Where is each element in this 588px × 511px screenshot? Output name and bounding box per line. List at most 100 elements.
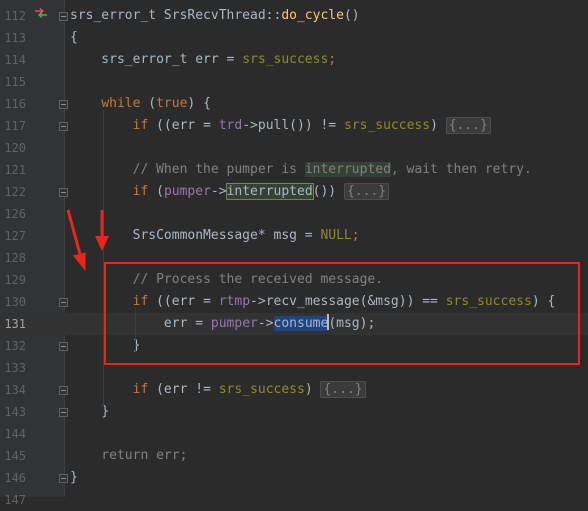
line-number: 147 <box>4 493 26 507</box>
fold-marker-icon[interactable] <box>59 386 68 395</box>
code-token: srs_success <box>218 382 305 397</box>
code-line[interactable]: 112 srs_error_t SrsRecvThread::do_cycle() <box>0 5 588 27</box>
code-token: { <box>70 30 78 45</box>
line-number: 120 <box>4 141 26 155</box>
code-line[interactable]: 134 if (err != srs_success) {...} <box>0 379 588 401</box>
line-number: 122 <box>4 185 26 199</box>
code-line[interactable]: 113 { <box>0 27 588 49</box>
code-line[interactable]: 144 <box>0 423 588 445</box>
line-number: 126 <box>4 207 26 221</box>
folded-region-placeholder[interactable]: {...} <box>320 381 366 398</box>
code-token: NULL <box>320 228 352 243</box>
code-text[interactable]: { <box>70 27 78 49</box>
code-text[interactable]: } <box>70 467 78 489</box>
code-token: ->pull()) != <box>242 118 344 133</box>
fold-marker-icon[interactable] <box>59 188 68 197</box>
line-number: 130 <box>4 295 26 309</box>
code-text[interactable]: // When the pumper is interrupted, wait … <box>70 159 532 181</box>
code-text[interactable]: srs_error_t SrsRecvThread::do_cycle() <box>70 5 360 27</box>
code-token: } <box>70 404 110 419</box>
line-number: 128 <box>4 251 26 265</box>
annotation-highlight-box <box>104 262 580 365</box>
line-number: 133 <box>4 361 26 375</box>
line-number: 114 <box>4 53 26 67</box>
fold-marker-icon[interactable] <box>59 408 68 417</box>
code-text[interactable]: if ((err = trd->pull()) != srs_success) … <box>70 115 491 137</box>
red-arrow-icon <box>95 210 109 251</box>
code-token: // When the pumper is <box>70 162 305 177</box>
code-token: ( <box>148 184 164 199</box>
code-text[interactable]: SrsCommonMessage* msg = NULL; <box>70 225 360 247</box>
code-token: ) <box>430 118 446 133</box>
line-number: 121 <box>4 163 26 177</box>
code-line[interactable]: 122 if (pumper->interrupted()) {...} <box>0 181 588 203</box>
line-number: 144 <box>4 427 26 441</box>
code-line[interactable]: 114 srs_error_t err = srs_success; <box>0 49 588 71</box>
line-number: 146 <box>4 471 26 485</box>
code-token: trd <box>218 118 243 133</box>
code-token: ; <box>328 52 337 67</box>
line-number: 145 <box>4 449 26 463</box>
code-token: if <box>132 118 149 133</box>
code-token: return err; <box>70 448 188 463</box>
line-number: 143 <box>4 405 26 419</box>
code-line[interactable]: 115 <box>0 71 588 93</box>
code-token: srs_error_t err = <box>70 52 243 67</box>
line-number: 116 <box>4 97 26 111</box>
code-line[interactable]: 145 return err; <box>0 445 588 467</box>
code-token: ) <box>304 382 321 397</box>
code-line[interactable]: 121 // When the pumper is interrupted, w… <box>0 159 588 181</box>
code-line[interactable]: 143 } <box>0 401 588 423</box>
code-token: srs_success <box>242 52 329 67</box>
code-token: srs_error_t SrsRecvThread:: <box>70 8 282 23</box>
code-line[interactable]: 147 <box>0 489 588 511</box>
folded-region-placeholder[interactable]: {...} <box>343 183 390 200</box>
fold-marker-icon[interactable] <box>59 342 68 351</box>
code-line[interactable]: 120 <box>0 137 588 159</box>
code-line[interactable]: 116 while (true) { <box>0 93 588 115</box>
line-number: 134 <box>4 383 26 397</box>
code-line[interactable]: 117 if ((err = trd->pull()) != srs_succe… <box>0 115 588 137</box>
code-token: if <box>132 184 149 199</box>
code-text[interactable]: if (err != srs_success) {...} <box>70 379 366 401</box>
fold-marker-icon[interactable] <box>59 12 68 21</box>
line-number: 132 <box>4 339 26 353</box>
code-text[interactable]: return err; <box>70 445 187 467</box>
red-arrow-icon <box>66 209 86 272</box>
code-text[interactable]: srs_error_t err = srs_success; <box>70 49 336 71</box>
line-number: 127 <box>4 229 26 243</box>
code-token: -> <box>210 184 227 199</box>
code-token: interrupted <box>225 183 314 200</box>
code-token: } <box>70 470 78 485</box>
line-number: 117 <box>4 119 26 133</box>
implementation-arrow-icon[interactable] <box>34 8 48 18</box>
line-number: 115 <box>4 75 26 89</box>
code-text[interactable]: if (pumper->interrupted()) {...} <box>70 181 390 203</box>
line-number: 113 <box>4 31 26 45</box>
fold-marker-icon[interactable] <box>59 298 68 307</box>
code-token: do_cycle <box>281 8 344 23</box>
fold-marker-icon[interactable] <box>59 100 68 109</box>
fold-marker-icon[interactable] <box>59 122 68 131</box>
line-number: 112 <box>4 9 26 23</box>
code-token: pumper <box>163 184 211 199</box>
code-token: ((err = <box>148 118 219 133</box>
code-token: ) { <box>187 96 211 111</box>
folded-region-placeholder[interactable]: {...} <box>445 117 491 134</box>
code-token: (err != <box>148 382 219 397</box>
code-editor[interactable]: 112 srs_error_t SrsRecvThread::do_cycle()… <box>0 0 588 507</box>
code-token: ( <box>140 96 157 111</box>
code-token: ; <box>351 228 360 243</box>
line-number: 131 <box>4 317 26 331</box>
code-line[interactable]: 146} <box>0 467 588 489</box>
code-text[interactable]: while (true) { <box>70 93 211 115</box>
code-token: , wait then retry. <box>390 162 532 177</box>
code-token: interrupted <box>304 162 391 177</box>
code-token: () <box>343 8 360 23</box>
code-token: ()) <box>312 184 344 199</box>
fold-marker-icon[interactable] <box>59 474 68 483</box>
